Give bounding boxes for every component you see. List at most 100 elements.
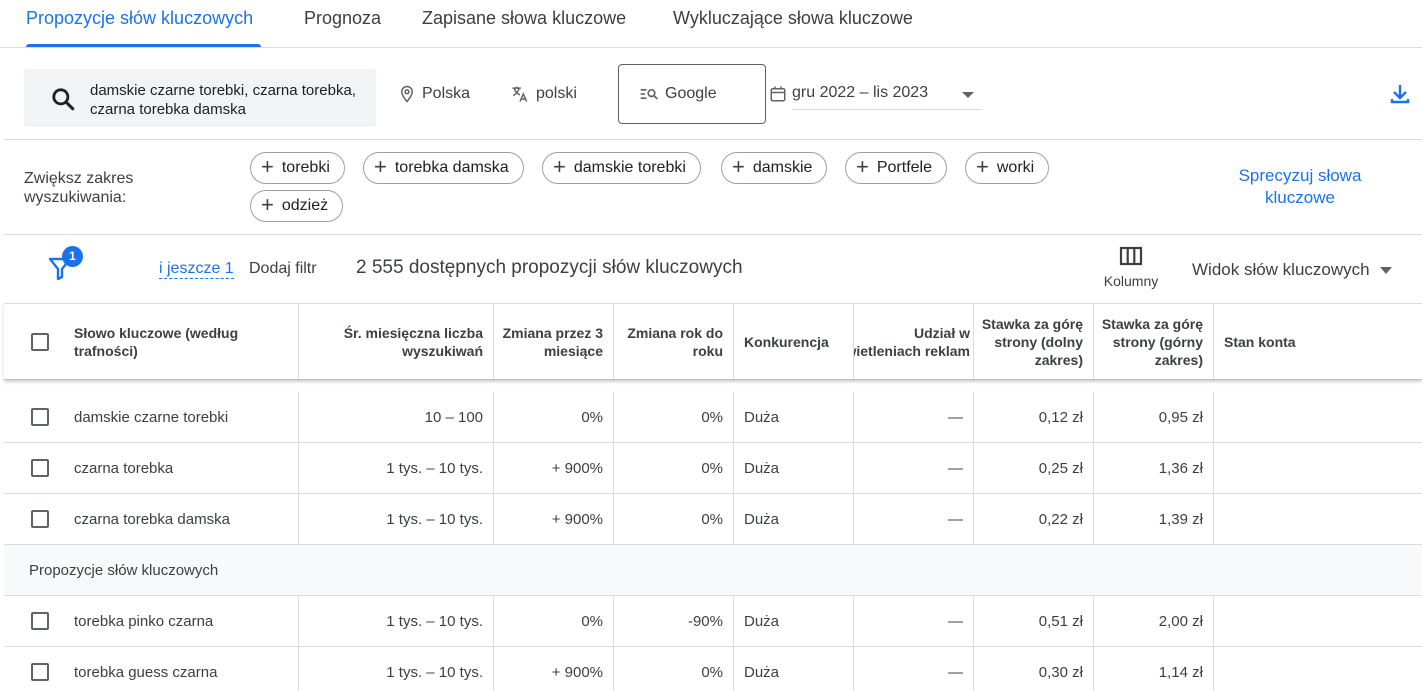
date-range-dropdown[interactable]: gru 2022 – lis 2023 [792,74,982,110]
table-row[interactable]: czarna torebka damska 1 tys. – 10 tys. +… [4,494,1422,545]
cell-bid-low: 0,22 zł [974,494,1094,544]
columns-icon [1119,246,1143,266]
header-impression-share-label: Udział w wyświetleniach reklam [854,324,970,359]
keyword-view-dropdown[interactable]: Widok słów kluczowych [1192,260,1392,280]
cell-avg-searches: 1 tys. – 10 tys. [299,443,494,493]
network-selector[interactable]: Google [618,64,766,124]
cell-impression-share: — [854,596,974,646]
cell-competition: Duża [734,494,854,544]
chip-damskie[interactable]: + damskie [721,152,828,184]
tab-negative-keywords[interactable]: Wykluczające słowa kluczowe [673,8,913,29]
plus-icon: + [976,154,989,179]
location-pin-icon [400,85,414,103]
header-impression-share[interactable]: Udział w wyświetleniach reklam [854,304,974,379]
plus-icon: + [261,154,274,179]
cell-bid-high: 1,14 zł [1094,647,1214,691]
chip-torebka-damska[interactable]: + torebka damska [363,152,524,184]
chip-torebki[interactable]: + torebki [250,152,345,184]
cell-change-3m: + 900% [494,443,614,493]
cell-bid-high: 1,39 zł [1094,494,1214,544]
table-row[interactable]: torebka guess czarna 1 tys. – 10 tys. + … [4,647,1422,691]
header-account-status[interactable]: Stan konta [1214,304,1422,379]
cell-keyword: torebka guess czarna [64,647,299,691]
table-row[interactable]: torebka pinko czarna 1 tys. – 10 tys. 0%… [4,596,1422,647]
table-row[interactable]: czarna torebka 1 tys. – 10 tys. + 900% 0… [4,443,1422,494]
header-change-yoy[interactable]: Zmiana rok do roku [614,304,734,379]
cell-change-yoy: 0% [614,647,734,691]
cell-bid-low: 0,25 zł [974,443,1094,493]
cell-avg-searches: 10 – 100 [299,392,494,442]
header-bid-high[interactable]: Stawka za górę strony (górny zakres) [1094,304,1214,379]
tab-forecast[interactable]: Prognoza [304,8,381,29]
plus-icon: + [553,154,566,179]
active-tab-indicator [26,44,261,47]
row-checkbox[interactable] [31,408,49,426]
refine-keywords-link[interactable]: Sprecyzuj słowa kluczowe [1230,165,1370,209]
chip-label: damskie torebki [573,159,686,176]
search-query-text[interactable]: damskie czarne torebki, czarna torebka, … [90,81,370,119]
header-bid-low[interactable]: Stawka za górę strony (dolny zakres) [974,304,1094,379]
cell-keyword: damskie czarne torebki [64,392,299,442]
translate-icon [512,86,528,102]
header-competition[interactable]: Konkurencja [734,304,854,379]
chip-portfele[interactable]: + Portfele [845,152,947,184]
more-filters-link[interactable]: i jeszcze 1 [159,260,234,279]
add-filter-button[interactable]: Dodaj filtr [249,260,317,278]
cell-bid-low: 0,30 zł [974,647,1094,691]
cell-impression-share: — [854,647,974,691]
search-list-icon [640,89,658,100]
cell-change-3m: + 900% [494,494,614,544]
search-settings-bar: damskie czarne torebki, czarna torebka, … [4,48,1422,140]
columns-button[interactable]: Kolumny [1096,245,1166,289]
cell-avg-searches: 1 tys. – 10 tys. [299,494,494,544]
chip-worki[interactable]: + worki [965,152,1050,184]
plus-icon: + [856,154,869,179]
chip-label: odzież [281,197,329,214]
results-count: 2 555 dostępnych propozycji słów kluczow… [356,257,743,278]
chip-label: worki [996,159,1035,176]
tab-keyword-ideas[interactable]: Propozycje słów kluczowych [26,8,253,29]
header-avg-searches[interactable]: Śr. miesięczna liczba wyszukiwań [299,304,494,379]
cell-change-yoy: 0% [614,494,734,544]
plus-icon: + [732,154,745,179]
search-icon [52,88,75,111]
row-checkbox[interactable] [31,459,49,477]
chip-label: torebki [281,159,330,176]
language-label: polski [536,85,577,102]
row-checkbox[interactable] [31,612,49,630]
dropdown-arrow-icon [1379,266,1392,274]
keyword-search-box[interactable]: damskie czarne torebki, czarna torebka, … [24,69,376,127]
calendar-icon [770,86,786,102]
select-all-checkbox[interactable] [31,333,49,351]
location-selector[interactable]: Polska [398,84,470,104]
tab-bar: Propozycje słów kluczowych Prognoza Zapi… [0,0,1422,48]
table-header: Słowo kluczowe (według trafności) Śr. mi… [4,303,1422,380]
header-keyword[interactable]: Słowo kluczowe (według trafności) [64,304,299,379]
date-range-value: gru 2022 – lis 2023 [792,84,929,101]
chip-odziez[interactable]: + odzież [250,190,344,222]
chip-damskie-torebki[interactable]: + damskie torebki [542,152,701,184]
chip-label: damskie [752,159,813,176]
language-selector[interactable]: polski [510,84,577,104]
download-icon[interactable] [1388,82,1412,106]
plus-icon: + [261,192,274,217]
cell-competition: Duża [734,443,854,493]
cell-change-3m: 0% [494,392,614,442]
row-checkbox[interactable] [31,510,49,528]
header-change-3m[interactable]: Zmiana przez 3 miesiące [494,304,614,379]
row-checkbox[interactable] [31,663,49,681]
cell-change-yoy: 0% [614,443,734,493]
keyword-view-label: Widok słów kluczowych [1192,260,1370,279]
broaden-search-bar: Zwiększ zakres wyszukiwania: + torebki + t… [4,140,1422,235]
network-label: Google [665,85,717,102]
cell-keyword: torebka pinko czarna [64,596,299,646]
cell-keyword: czarna torebka [64,443,299,493]
cell-keyword: czarna torebka damska [64,494,299,544]
cell-change-yoy: 0% [614,392,734,442]
table-row[interactable]: damskie czarne torebki 10 – 100 0% 0% Du… [4,392,1422,443]
cell-impression-share: — [854,494,974,544]
tab-saved-keywords[interactable]: Zapisane słowa kluczowe [422,8,626,29]
cell-avg-searches: 1 tys. – 10 tys. [299,596,494,646]
cell-impression-share: — [854,392,974,442]
cell-change-3m: 0% [494,596,614,646]
